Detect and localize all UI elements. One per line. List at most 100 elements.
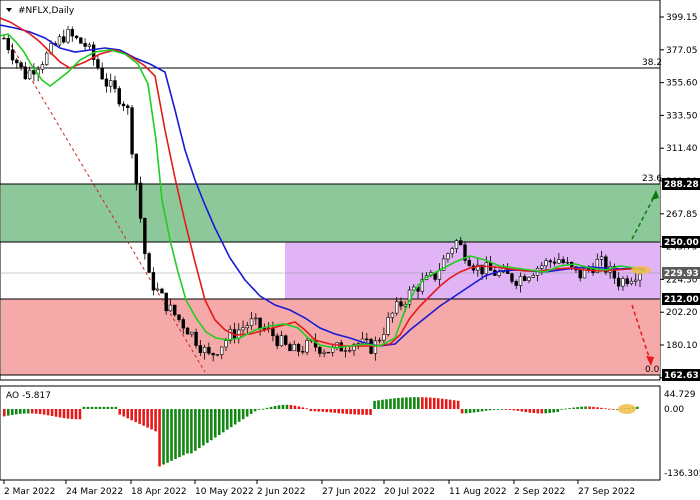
chart-window[interactable]: #NFLX,Daily 38.2 23.6 0.0 399.15 377.05 35… (0, 0, 700, 500)
ao-bar (138, 409, 141, 424)
candle-body (544, 260, 548, 267)
ao-bar (26, 409, 30, 414)
ao-bar (496, 409, 500, 410)
ao-bar (385, 399, 388, 409)
ao-bar (6, 409, 10, 416)
candle-body (394, 301, 399, 314)
ao-bar (636, 406, 639, 409)
candle-body (484, 262, 489, 275)
ao-bar (492, 409, 496, 410)
ao-bar (548, 409, 552, 413)
candle-body (616, 277, 621, 287)
ao-bar (14, 409, 18, 415)
ao-bar (444, 399, 448, 409)
candle-body (104, 78, 109, 87)
ao-bar (325, 409, 329, 413)
candle-body (305, 340, 309, 353)
ao-bar (253, 409, 257, 412)
candle-body (57, 36, 62, 46)
date-tick-label: 24 Mar 2022 (66, 487, 123, 497)
candle-body (621, 278, 625, 287)
ao-bar (237, 409, 241, 422)
ao-bar (277, 405, 281, 409)
candle-body (19, 62, 23, 68)
ao-bar (293, 405, 297, 409)
ao-bar (122, 409, 126, 417)
ao-bar (393, 398, 396, 409)
ao-bar (345, 409, 348, 414)
ao-bar (504, 409, 508, 410)
ao-bar (381, 399, 384, 409)
ao-bar (126, 409, 130, 419)
ao-bar (353, 409, 356, 415)
candle-body (100, 67, 104, 80)
candle-body (523, 276, 527, 281)
ao-bar (265, 407, 269, 409)
ao-bar (373, 400, 376, 409)
candle-body (467, 259, 471, 267)
fib-label-23: 23.6 (642, 174, 662, 184)
ao-bar (90, 406, 94, 409)
ao-bar (584, 406, 587, 409)
ao-bar (162, 409, 165, 465)
price-tick-label: 399.15 (666, 13, 698, 23)
candle-body (450, 248, 454, 255)
ao-bar (568, 408, 571, 409)
price-chart[interactable]: #NFLX,Daily 38.2 23.6 0.0 399.15 377.05 35… (0, 0, 700, 500)
candle-body (288, 344, 292, 352)
ao-bar (182, 409, 185, 456)
candle-body (531, 274, 535, 278)
ao-bar (82, 406, 86, 409)
ao-bar (54, 409, 58, 417)
support-zone (1, 299, 660, 375)
ao-bar (409, 397, 412, 409)
ao-bar (365, 409, 368, 415)
tag-212: 212.00 (664, 295, 699, 305)
ao-bar (313, 409, 317, 412)
ao-bar (448, 399, 452, 409)
ao-bar (564, 408, 567, 410)
ao-bar (10, 409, 14, 415)
ao-bar (476, 409, 480, 412)
ao-bar (46, 409, 50, 416)
forecast-marker (631, 266, 651, 274)
candle-body (202, 347, 207, 353)
ao-plot-frame (0, 385, 661, 481)
candle-body (164, 292, 168, 312)
ao-bar (556, 409, 559, 412)
ao-bar (580, 406, 583, 409)
ao-bar (221, 409, 225, 433)
ao-bar (428, 397, 432, 409)
candle-body (40, 64, 45, 70)
date-tick-label: 10 May 2022 (195, 487, 254, 497)
candle-body (514, 281, 518, 286)
candle-body (121, 103, 126, 107)
date-tick-label: 2 Mar 2022 (4, 487, 55, 497)
candle-body (143, 218, 147, 254)
ao-tick-zero: 0.00 (664, 405, 684, 415)
candle-body (62, 36, 66, 43)
ao-bar (110, 406, 114, 409)
candle-body (181, 319, 185, 329)
ao-bar (397, 397, 400, 409)
candle-body (207, 347, 211, 354)
candle-body (185, 327, 190, 335)
candle-body (322, 351, 326, 354)
ao-bar (452, 400, 456, 409)
ao-bar (460, 409, 464, 414)
candle-body (113, 80, 117, 89)
candle-body (373, 340, 378, 354)
ao-bar (369, 409, 372, 415)
ao-bar (74, 409, 78, 420)
candle-body (249, 318, 254, 326)
candle-body (275, 335, 279, 347)
candle-body (70, 29, 74, 37)
ao-bar (114, 406, 118, 409)
fib-label-0: 0.0 (645, 365, 660, 375)
tag-288: 288.28 (664, 180, 699, 190)
date-tick-label: 2 Jun 2022 (257, 487, 305, 497)
chart-title: #NFLX,Daily (18, 6, 75, 16)
ao-bar (612, 408, 615, 410)
date-tick-label: 20 Jul 2022 (384, 487, 435, 497)
candle-body (552, 261, 557, 264)
